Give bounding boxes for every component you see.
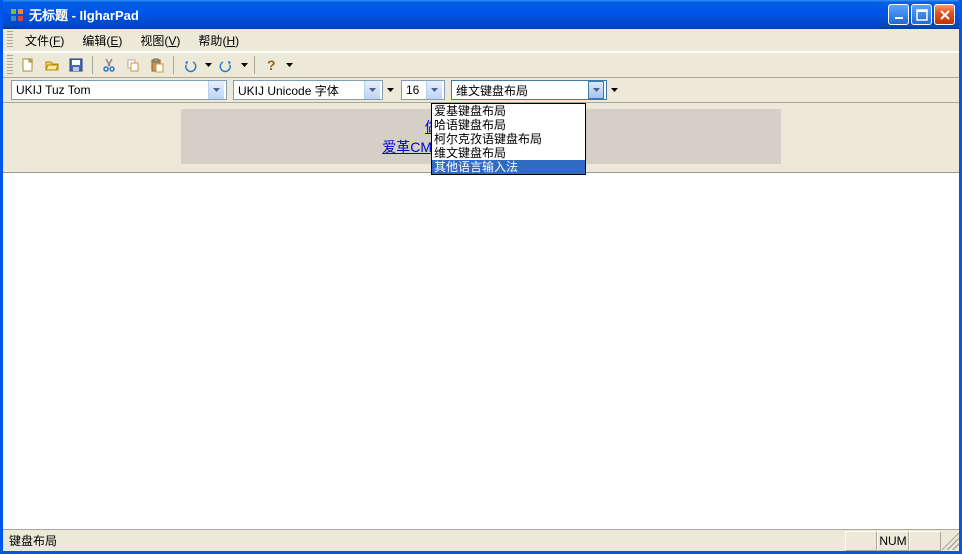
font-dropdown-button[interactable]: [208, 81, 224, 99]
keyboard-combo[interactable]: [451, 80, 607, 100]
undo-button[interactable]: [179, 54, 201, 76]
keyboard-option[interactable]: 柯尔克孜语键盘布局: [432, 132, 585, 146]
status-blank-2: [909, 531, 941, 551]
editor-area[interactable]: [3, 173, 959, 529]
keyboard-input[interactable]: [452, 81, 588, 99]
resize-grip[interactable]: [941, 532, 959, 550]
menu-grip: [7, 31, 13, 49]
save-button[interactable]: [65, 54, 87, 76]
menu-view[interactable]: 视图(V): [132, 30, 188, 51]
redo-button[interactable]: [215, 54, 237, 76]
encoding-overflow[interactable]: [385, 88, 395, 92]
minimize-button[interactable]: [888, 4, 909, 25]
keyboard-option[interactable]: 爱基键盘布局: [432, 104, 585, 118]
keyboard-option[interactable]: 哈语键盘布局: [432, 118, 585, 132]
keyboard-overflow[interactable]: [609, 88, 619, 92]
toolbar-separator: [254, 56, 255, 74]
encoding-input[interactable]: [234, 81, 364, 99]
status-num: NUM: [877, 531, 909, 551]
status-blank-1: [845, 531, 877, 551]
cut-button[interactable]: [98, 54, 120, 76]
menu-file[interactable]: 文件(F): [17, 30, 72, 51]
window-title: 无标题 - IlgharPad: [29, 5, 888, 24]
help-button[interactable]: ?: [260, 54, 282, 76]
redo-dropdown[interactable]: [239, 54, 249, 76]
maximize-button[interactable]: [911, 4, 932, 25]
title-bar: 无标题 - IlgharPad: [3, 0, 959, 29]
open-button[interactable]: [41, 54, 63, 76]
size-input[interactable]: [402, 81, 426, 99]
status-bar: 键盘布局 NUM: [3, 529, 959, 551]
size-combo[interactable]: [401, 80, 445, 100]
size-dropdown-button[interactable]: [426, 81, 442, 99]
undo-dropdown[interactable]: [203, 54, 213, 76]
paste-button[interactable]: [146, 54, 168, 76]
keyboard-dropdown-button[interactable]: [588, 81, 604, 99]
toolbar-separator: [92, 56, 93, 74]
close-button[interactable]: [934, 4, 955, 25]
app-icon: [9, 7, 25, 23]
menu-edit[interactable]: 编辑(E): [74, 30, 130, 51]
window-controls: [888, 4, 955, 25]
format-bar: [3, 78, 959, 103]
toolbar-separator: [173, 56, 174, 74]
new-button[interactable]: [17, 54, 39, 76]
status-main: 键盘布局: [3, 531, 845, 551]
help-dropdown[interactable]: [284, 54, 294, 76]
toolbar-grip: [7, 55, 13, 75]
app-window: 无标题 - IlgharPad 文件(F) 编辑(E) 视图(V) 帮助(H): [0, 0, 962, 554]
keyboard-option[interactable]: 维文键盘布局: [432, 146, 585, 160]
menu-help[interactable]: 帮助(H): [190, 30, 247, 51]
svg-text:?: ?: [267, 57, 276, 73]
toolbar: ?: [3, 52, 959, 78]
keyboard-dropdown-list[interactable]: 爱基键盘布局哈语键盘布局柯尔克孜语键盘布局维文键盘布局其他语言输入法: [431, 103, 586, 175]
font-input[interactable]: [12, 81, 208, 99]
encoding-combo[interactable]: [233, 80, 383, 100]
encoding-dropdown-button[interactable]: [364, 81, 380, 99]
keyboard-option[interactable]: 其他语言输入法: [432, 160, 585, 174]
copy-button[interactable]: [122, 54, 144, 76]
font-combo[interactable]: [11, 80, 227, 100]
menu-bar: 文件(F) 编辑(E) 视图(V) 帮助(H): [3, 29, 959, 52]
